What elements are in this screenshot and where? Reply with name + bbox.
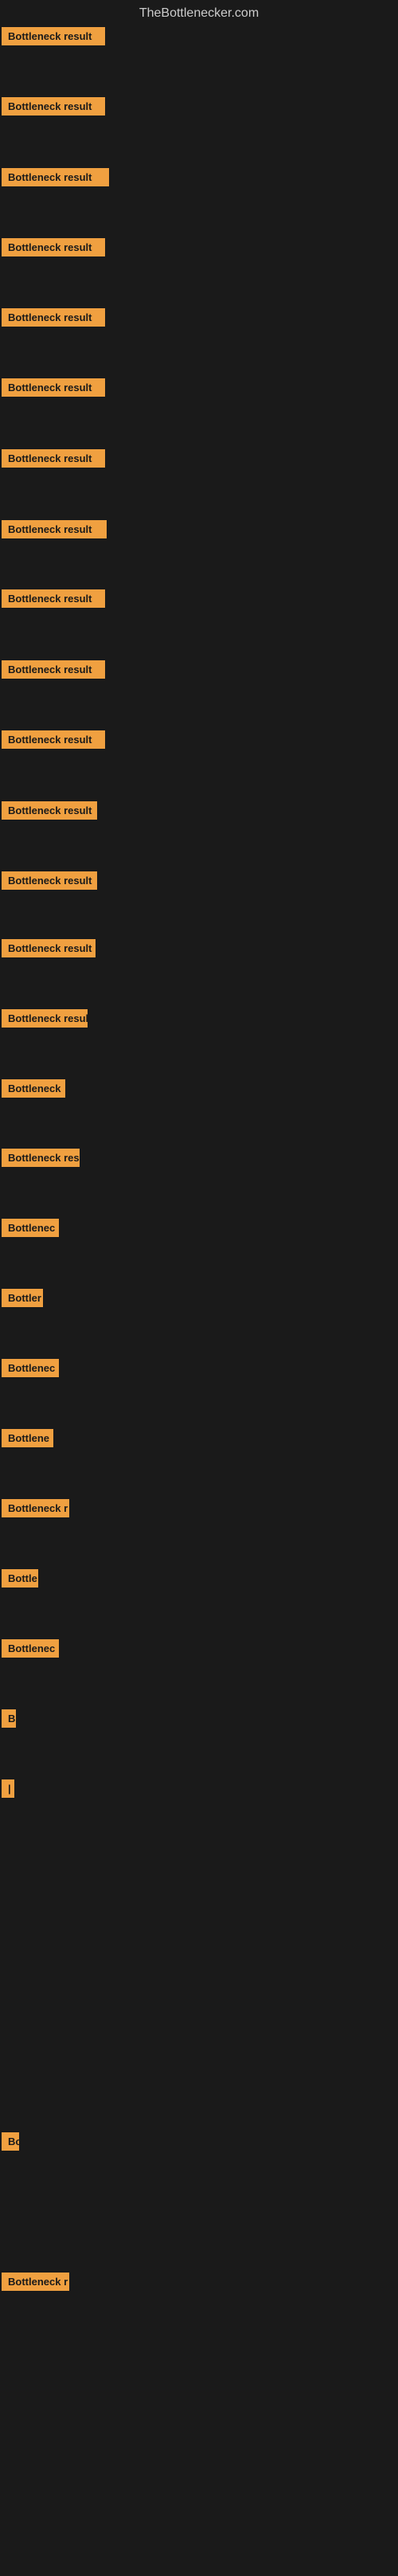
site-title: TheBottlenecker.com <box>0 0 398 27</box>
bottleneck-bar[interactable]: Bottleneck res <box>2 1149 80 1167</box>
bottleneck-bar[interactable]: Bottleneck result <box>2 378 105 397</box>
bottleneck-bar[interactable]: Bottleneck result <box>2 730 105 749</box>
bottleneck-bar[interactable]: | <box>2 1779 14 1798</box>
bottleneck-bar[interactable]: Bottleneck resul <box>2 1009 88 1028</box>
bars-container: Bottleneck result Bottleneck result Bottle… <box>0 27 398 2576</box>
bottleneck-bar[interactable]: Bottleneck result <box>2 449 105 468</box>
bottleneck-bar[interactable]: Bottleneck r <box>2 2273 69 2291</box>
bottleneck-bar[interactable]: Bottleneck result <box>2 801 97 820</box>
bottleneck-bar[interactable]: Bottleneck result <box>2 871 97 890</box>
bottleneck-bar[interactable]: Bottleneck result <box>2 520 107 538</box>
bottleneck-bar[interactable]: Bottleneck r <box>2 1499 69 1517</box>
bottleneck-bar[interactable]: Bottle <box>2 1569 38 1587</box>
bottleneck-bar[interactable]: Bottlene <box>2 1429 53 1447</box>
bottleneck-bar[interactable]: Bottlenec <box>2 1219 59 1237</box>
bottleneck-bar[interactable]: Bottleneck result <box>2 238 105 256</box>
bottleneck-bar[interactable]: Bottlenec <box>2 1639 59 1658</box>
bottleneck-bar[interactable]: Bottleneck result <box>2 308 105 327</box>
bottleneck-bar[interactable]: Bottleneck <box>2 1079 65 1098</box>
bottleneck-bar[interactable]: B <box>2 1709 16 1728</box>
bottleneck-bar[interactable]: Bottleneck result <box>2 27 105 45</box>
bottleneck-bar[interactable]: Bottleneck result <box>2 589 105 608</box>
bottleneck-bar[interactable]: Bottleneck result <box>2 660 105 679</box>
bottleneck-bar[interactable]: Bottleneck result <box>2 168 109 186</box>
bottleneck-bar[interactable]: Bottleneck result <box>2 939 96 957</box>
bottleneck-bar[interactable]: Bottlenec <box>2 1359 59 1377</box>
bottleneck-bar[interactable]: Bottler <box>2 1289 43 1307</box>
bottleneck-bar[interactable]: Bottleneck result <box>2 97 105 115</box>
bottleneck-bar[interactable]: Bo <box>2 2132 19 2151</box>
